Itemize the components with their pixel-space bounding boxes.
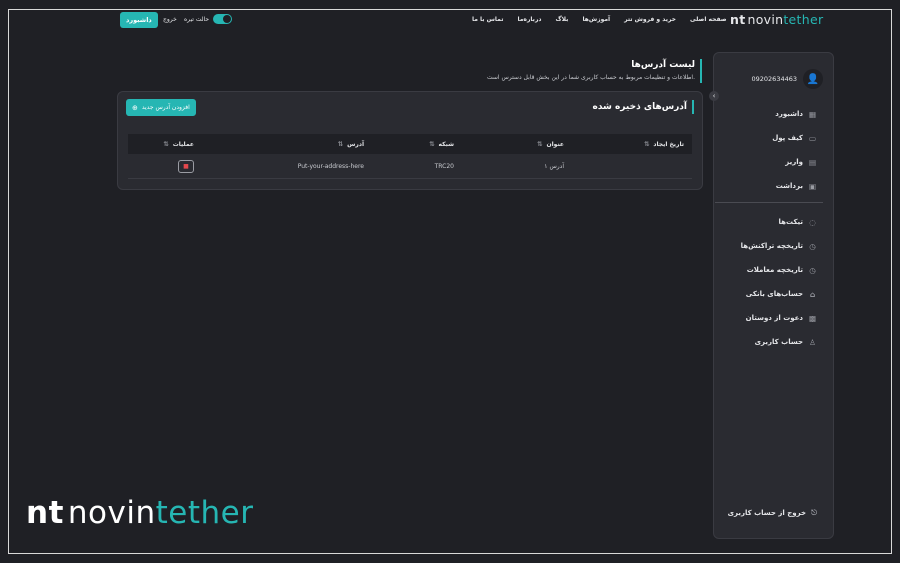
cell-address: Put-your-address-here	[297, 162, 364, 170]
add-address-button[interactable]: افزودن آدرس جدید ⊕	[126, 99, 196, 116]
logo-word-novin: novin	[67, 495, 156, 531]
addresses-table: تاریخ ایجاد ⇅ عنوان ⇅ شبکه ⇅ آدرس ⇅ عملیات ⇅ …	[128, 134, 692, 179]
column-network[interactable]: شبکه ⇅	[378, 140, 468, 148]
sidebar-item-label: حساب‌های بانکی	[745, 290, 803, 298]
sidebar-item-invite-friends[interactable]: ▩ دعوت از دوستان	[717, 306, 817, 330]
user-phone: 09202634463	[751, 75, 798, 83]
gift-icon: ▩	[808, 313, 817, 323]
sidebar-item-transaction-history[interactable]: ◷ تاریخچه تراکنش‌ها	[717, 234, 817, 258]
table-header: تاریخ ایجاد ⇅ عنوان ⇅ شبکه ⇅ آدرس ⇅ عملیات ⇅	[128, 134, 692, 154]
column-label: عملیات	[172, 140, 194, 148]
sidebar-item-label: واریز	[785, 158, 803, 166]
sidebar-item-label: تیکت‌ها	[778, 218, 803, 226]
cell-title: آدرس ۱	[544, 162, 564, 170]
history-icon: ◷	[809, 265, 816, 275]
wallet-icon: ▭	[808, 133, 817, 143]
table-row: آدرس ۱ TRC20 Put-your-address-here ■	[128, 154, 692, 179]
nav-tutorials[interactable]: آموزش‌ها	[582, 16, 610, 23]
sidebar-item-account[interactable]: ♙ حساب کاربری	[717, 330, 817, 354]
logo-word-tether: tether	[783, 12, 824, 27]
table-body: آدرس ۱ TRC20 Put-your-address-here ■	[128, 154, 692, 179]
history-icon: ◷	[809, 241, 816, 251]
menu-divider	[715, 202, 823, 203]
nav-about[interactable]: درباره‌ما	[517, 16, 541, 23]
delete-button[interactable]: ■	[178, 159, 194, 173]
logout-icon: ⎋	[811, 508, 817, 517]
bank-icon: ⌂	[809, 289, 816, 299]
avatar[interactable]: 👤	[803, 69, 823, 89]
page-subtitle: اطلاعات و تنظیمات مربوط به حساب کاربری ش…	[486, 74, 695, 81]
sidebar-item-label: حساب کاربری	[754, 338, 803, 346]
sidebar-item-bank-accounts[interactable]: ⌂ حساب‌های بانکی	[717, 282, 817, 306]
logo-mark: nt	[730, 12, 746, 27]
grid-icon: ▦	[808, 109, 817, 119]
page-title-block: لیست آدرس‌ها اطلاعات و تنظیمات مربوط به …	[480, 59, 702, 83]
sidebar-item-label: تاریخچه تراکنش‌ها	[740, 242, 803, 250]
dark-mode-label: حالت تیره	[184, 16, 210, 23]
saved-addresses-card: آدرس‌های ذخیره شده افزودن آدرس جدید ⊕ تا…	[117, 91, 703, 190]
sidebar-item-tickets[interactable]: ◌ تیکت‌ها	[717, 210, 817, 234]
nav-contact[interactable]: تماس با ما	[472, 16, 503, 23]
deposit-icon: ▤	[808, 157, 817, 167]
column-title[interactable]: عنوان ⇅	[468, 140, 578, 148]
card-title: آدرس‌های ذخیره شده	[593, 100, 694, 114]
sidebar-item-label: تاریخچه معاملات	[746, 266, 803, 274]
brand-watermark: nt novin tether	[26, 495, 253, 531]
sidebar-item-label: داشبورد	[775, 110, 803, 118]
sidebar-item-logout[interactable]: ⎋ خروج از حساب کاربری	[728, 508, 817, 518]
logo-word-tether: tether	[155, 495, 254, 531]
nav-blog[interactable]: بلاگ	[555, 16, 568, 23]
page-title: لیست آدرس‌ها	[631, 60, 695, 70]
logout-link[interactable]: خروج	[163, 16, 177, 23]
column-label: عنوان	[546, 140, 565, 148]
cell-actions: ■	[128, 159, 208, 173]
chat-icon: ◌	[809, 217, 816, 227]
nav-links: صفحه اصلی خرید و فروش تتر آموزش‌ها بلاگ …	[472, 16, 727, 23]
dashboard-button[interactable]: داشبورد	[120, 12, 158, 28]
sidebar-item-dashboard[interactable]: ▦ داشبورد	[717, 102, 817, 126]
page-header: لیست آدرس‌ها اطلاعات و تنظیمات مربوط به …	[480, 59, 702, 83]
sort-icon: ⇅	[163, 140, 169, 148]
column-label: آدرس	[347, 140, 364, 148]
nav-home[interactable]: صفحه اصلی	[690, 16, 727, 23]
brand-logo[interactable]: nt novin tether	[730, 12, 823, 27]
logo-mark: nt	[26, 495, 64, 531]
column-label: شبکه	[438, 140, 454, 148]
sidebar-item-wallet[interactable]: ▭ کیف پول	[717, 126, 817, 150]
user-icon: ♙	[809, 337, 816, 347]
logo-word-novin: novin	[747, 12, 784, 27]
sort-icon: ⇅	[643, 140, 650, 148]
sidebar-menu: ▦ داشبورد ▭ کیف پول ▤ واریز ▣ برداشت ◌ ت…	[715, 102, 823, 354]
sidebar-item-withdraw[interactable]: ▣ برداشت	[717, 174, 817, 198]
sidebar-item-label: دعوت از دوستان	[745, 314, 803, 322]
trash-icon: ■	[183, 162, 189, 170]
cell-network: TRC20	[434, 162, 454, 170]
add-address-label: افزودن آدرس جدید	[141, 104, 190, 111]
sidebar-item-deposit[interactable]: ▤ واریز	[717, 150, 817, 174]
sort-icon: ⇅	[337, 140, 344, 148]
column-actions[interactable]: عملیات ⇅	[128, 140, 208, 148]
column-created[interactable]: تاریخ ایجاد ⇅	[578, 140, 692, 148]
sidebar-item-label: برداشت	[775, 182, 803, 190]
sort-icon: ⇅	[537, 140, 543, 148]
sort-icon: ⇅	[429, 140, 435, 148]
top-navbar: داشبورد خروج حالت تیره صفحه اصلی خرید و …	[118, 12, 830, 30]
dark-mode-toggle[interactable]	[213, 14, 232, 24]
column-address[interactable]: آدرس ⇅	[208, 140, 378, 148]
withdraw-icon: ▣	[808, 181, 817, 191]
nav-buy-sell[interactable]: خرید و فروش تتر	[624, 16, 676, 23]
plus-circle-icon: ⊕	[132, 103, 138, 112]
user-profile: 09202634463 👤	[751, 69, 823, 89]
collapse-sidebar-icon[interactable]: ‹	[709, 91, 719, 101]
sidebar-item-trade-history[interactable]: ◷ تاریخچه معاملات	[717, 258, 817, 282]
sidebar: ‹ 09202634463 👤 ▦ داشبورد ▭ کیف پول ▤ وا…	[709, 52, 834, 539]
sidebar-item-label: کیف پول	[772, 134, 803, 142]
sidebar-item-label: خروج از حساب کاربری	[727, 509, 807, 517]
column-label: تاریخ ایجاد	[653, 140, 684, 148]
toggle-knob	[223, 15, 231, 23]
